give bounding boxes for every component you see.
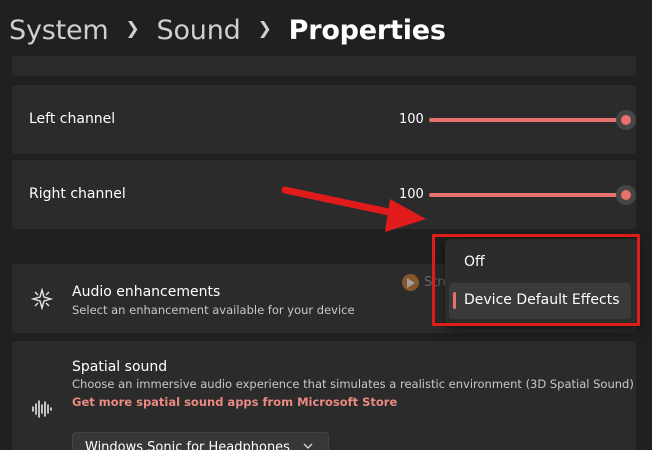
settings-page: System ❯ Sound ❯ Properties Left channel… [0,0,652,450]
annotation-arrow-icon [281,186,426,232]
